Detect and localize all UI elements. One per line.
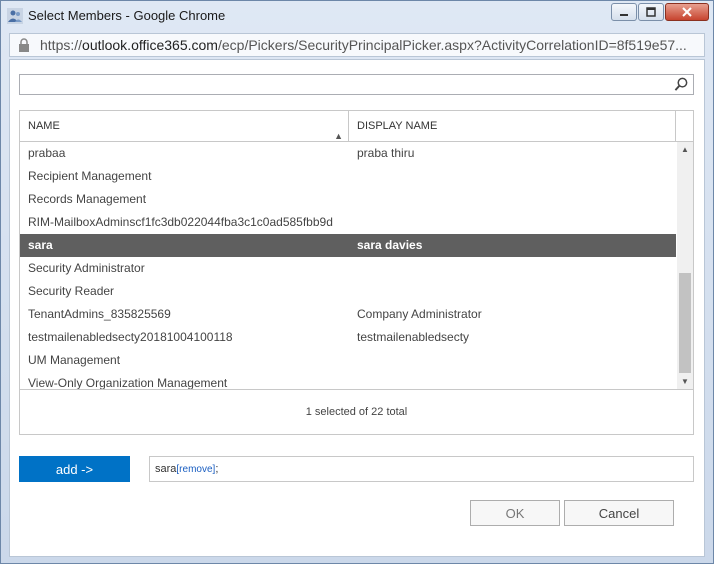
list-row[interactable]: View-Only Organization Management (20, 372, 676, 390)
column-header-name[interactable]: NAME ▲ (20, 111, 349, 141)
selection-separator: ; (215, 463, 219, 475)
search-icon[interactable] (674, 77, 689, 92)
scrollbar-thumb[interactable] (679, 273, 691, 373)
row-name: TenantAdmins_835825569 (28, 307, 171, 321)
title-bar[interactable]: Select Members - Google Chrome (1, 1, 713, 31)
close-icon (682, 7, 692, 17)
members-list: NAME ▲ DISPLAY NAME prabaa praba thiru Re… (19, 110, 694, 435)
lock-icon (19, 38, 29, 52)
list-row[interactable]: RIM-MailboxAdminscf1fc3db022044fba3c1c0a… (20, 211, 676, 234)
column-display-name-label: DISPLAY NAME (357, 120, 438, 132)
selection-count: 1 selected of 22 total (20, 389, 693, 434)
ok-button[interactable]: OK (470, 500, 560, 526)
url-text: https://outlook.office365.com/ecp/Picker… (40, 37, 687, 53)
cancel-button[interactable]: Cancel (564, 500, 674, 526)
list-row[interactable]: Recipient Management (20, 165, 676, 188)
row-display-name: praba thiru (357, 146, 415, 160)
list-row[interactable]: UM Management (20, 349, 676, 372)
selected-members-field[interactable]: sara[remove]; (149, 456, 694, 482)
add-button[interactable]: add -> (19, 456, 130, 482)
maximize-icon (646, 7, 656, 17)
row-name: UM Management (28, 353, 121, 367)
browser-window: Select Members - Google Chrome https://o… (0, 0, 714, 564)
row-name: sara (28, 238, 53, 252)
column-header-display-name[interactable]: DISPLAY NAME (349, 111, 676, 141)
row-name: Records Management (28, 192, 147, 206)
list-row[interactable]: Security Reader (20, 280, 676, 303)
row-name: Recipient Management (28, 169, 152, 183)
minimize-button[interactable] (611, 3, 637, 21)
row-name: RIM-MailboxAdminscf1fc3db022044fba3c1c0a… (28, 215, 333, 229)
remove-link[interactable]: [remove] (176, 464, 215, 475)
window-title: Select Members - Google Chrome (28, 8, 226, 23)
search-input[interactable] (19, 74, 694, 95)
list-row[interactable]: prabaa praba thiru (20, 142, 676, 165)
window-controls (610, 3, 709, 21)
list-row-selected[interactable]: sara sara davies (20, 234, 676, 257)
row-name: Security Administrator (28, 261, 145, 275)
picker-dialog: NAME ▲ DISPLAY NAME prabaa praba thiru Re… (9, 59, 705, 557)
list-body: prabaa praba thiru Recipient Management R… (20, 142, 676, 390)
close-button[interactable] (665, 3, 709, 21)
scroll-down-icon[interactable]: ▼ (677, 374, 693, 390)
minimize-icon (620, 14, 628, 16)
column-name-label: NAME (28, 120, 60, 132)
people-icon (7, 8, 23, 24)
selected-member-name: sara (155, 463, 177, 475)
row-name: prabaa (28, 146, 66, 160)
row-name: View-Only Organization Management (28, 376, 228, 390)
list-row[interactable]: TenantAdmins_835825569 Company Administra… (20, 303, 676, 326)
list-header: NAME ▲ DISPLAY NAME (20, 111, 693, 142)
list-row[interactable]: Security Administrator (20, 257, 676, 280)
list-row[interactable]: Records Management (20, 188, 676, 211)
address-bar[interactable]: https://outlook.office365.com/ecp/Picker… (9, 33, 705, 57)
row-name: Security Reader (28, 284, 115, 298)
row-display-name: sara davies (357, 238, 423, 252)
scroll-up-icon[interactable]: ▲ (677, 142, 693, 158)
row-display-name: Company Administrator (357, 307, 482, 321)
row-name: testmailenabledsecty20181004100118 (28, 330, 233, 344)
list-scrollbar[interactable]: ▲ ▼ (677, 142, 693, 390)
row-display-name: testmailenabledsecty (357, 330, 470, 344)
list-row[interactable]: testmailenabledsecty20181004100118 testma… (20, 326, 676, 349)
maximize-button[interactable] (638, 3, 664, 21)
